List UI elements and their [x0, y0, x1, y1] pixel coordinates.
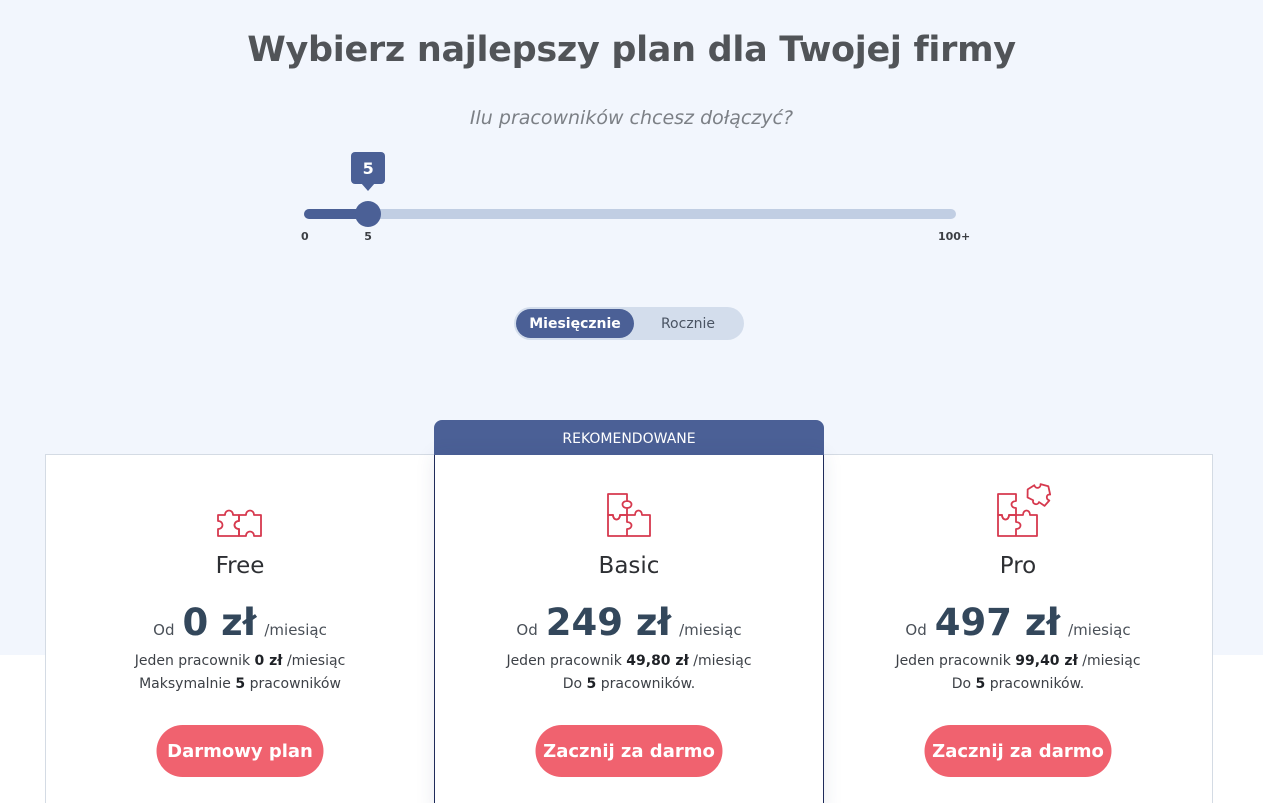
per-employee-period: /miesiąc: [286, 653, 346, 669]
price-period: /miesiąc: [679, 621, 742, 639]
per-employee-label: Jeden pracownik: [506, 653, 622, 669]
plan-price: Od 497 zł /miesiąc: [823, 601, 1213, 644]
toggle-yearly[interactable]: Rocznie: [634, 309, 742, 338]
per-employee-price: Jeden pracownik 49,80 zł /miesiąc: [435, 653, 823, 669]
limit-prefix: Do: [951, 676, 972, 692]
slider-max-label: 100+: [938, 230, 971, 243]
per-employee-amount: 49,80 zł: [626, 653, 689, 669]
per-employee-price: Jeden pracownik 99,40 zł /miesiąc: [823, 653, 1213, 669]
slider-min-label: 0: [301, 230, 309, 243]
per-employee-label: Jeden pracownik: [895, 653, 1011, 669]
price-prefix: Od: [516, 621, 538, 639]
per-employee-price: Jeden pracownik 0 zł /miesiąc: [45, 653, 435, 669]
price-amount: 0 zł: [182, 601, 257, 644]
per-employee-period: /miesiąc: [1082, 653, 1141, 669]
free-plan-button[interactable]: Darmowy plan: [156, 725, 324, 777]
slider-track[interactable]: [304, 209, 956, 219]
slider-current-label: 5: [364, 230, 372, 243]
employee-slider[interactable]: 5 0 5 100+: [301, 150, 970, 250]
price-amount: 249 zł: [545, 601, 672, 644]
puzzle-medium-icon: [607, 493, 651, 537]
limit-count: 5: [586, 676, 597, 692]
price-period: /miesiąc: [264, 621, 327, 639]
basic-start-free-button[interactable]: Zacznij za darmo: [535, 725, 723, 777]
limit-suffix: pracowników.: [989, 676, 1085, 692]
employee-question: Ilu pracowników chcesz dołączyć?: [469, 107, 794, 129]
employee-limit: Do 5 pracowników.: [435, 676, 823, 692]
limit-prefix: Maksymalnie: [139, 676, 231, 692]
plan-card-pro: Pro Od 497 zł /miesiąc Jeden pracownik 9…: [823, 455, 1213, 803]
slider-value-bubble: 5: [351, 152, 386, 191]
plan-card-free: Free Od 0 zł /miesiąc Jeden pracownik 0 …: [45, 455, 435, 803]
puzzle-large-icon: [997, 483, 1052, 537]
plan-name: Basic: [598, 553, 660, 579]
price-period: /miesiąc: [1068, 621, 1131, 639]
employee-limit: Maksymalnie 5 pracowników: [45, 676, 435, 692]
limit-count: 5: [975, 676, 986, 692]
limit-count: 5: [235, 676, 246, 692]
puzzle-small-icon: [217, 509, 262, 537]
price-prefix: Od: [153, 621, 175, 639]
per-employee-amount: 99,40 zł: [1015, 653, 1078, 669]
toggle-monthly[interactable]: Miesięcznie: [516, 309, 634, 338]
pro-start-free-button[interactable]: Zacznij za darmo: [924, 725, 1112, 777]
billing-period-toggle[interactable]: Miesięcznie Rocznie: [514, 307, 744, 340]
per-employee-amount: 0 zł: [254, 653, 283, 669]
plan-price: Od 249 zł /miesiąc: [435, 601, 823, 644]
employee-limit: Do 5 pracowników.: [823, 676, 1213, 692]
slider-value-label: 5: [362, 158, 374, 178]
plan-price: Od 0 zł /miesiąc: [45, 601, 435, 644]
plan-name: Free: [215, 553, 265, 579]
limit-prefix: Do: [562, 676, 583, 692]
limit-suffix: pracowników: [249, 676, 341, 692]
plan-name: Pro: [999, 553, 1037, 579]
page-title: Wybierz najlepszy plan dla Twojej firmy: [247, 30, 1016, 70]
limit-suffix: pracowników.: [600, 676, 696, 692]
per-employee-label: Jeden pracownik: [134, 653, 251, 669]
plan-card-basic: Basic Od 249 zł /miesiąc Jeden pracownik…: [434, 455, 824, 803]
recommended-badge: REKOMENDOWANE: [434, 420, 824, 456]
price-prefix: Od: [905, 621, 927, 639]
slider-thumb[interactable]: [355, 201, 382, 227]
price-amount: 497 zł: [934, 601, 1061, 644]
per-employee-period: /miesiąc: [693, 653, 752, 669]
